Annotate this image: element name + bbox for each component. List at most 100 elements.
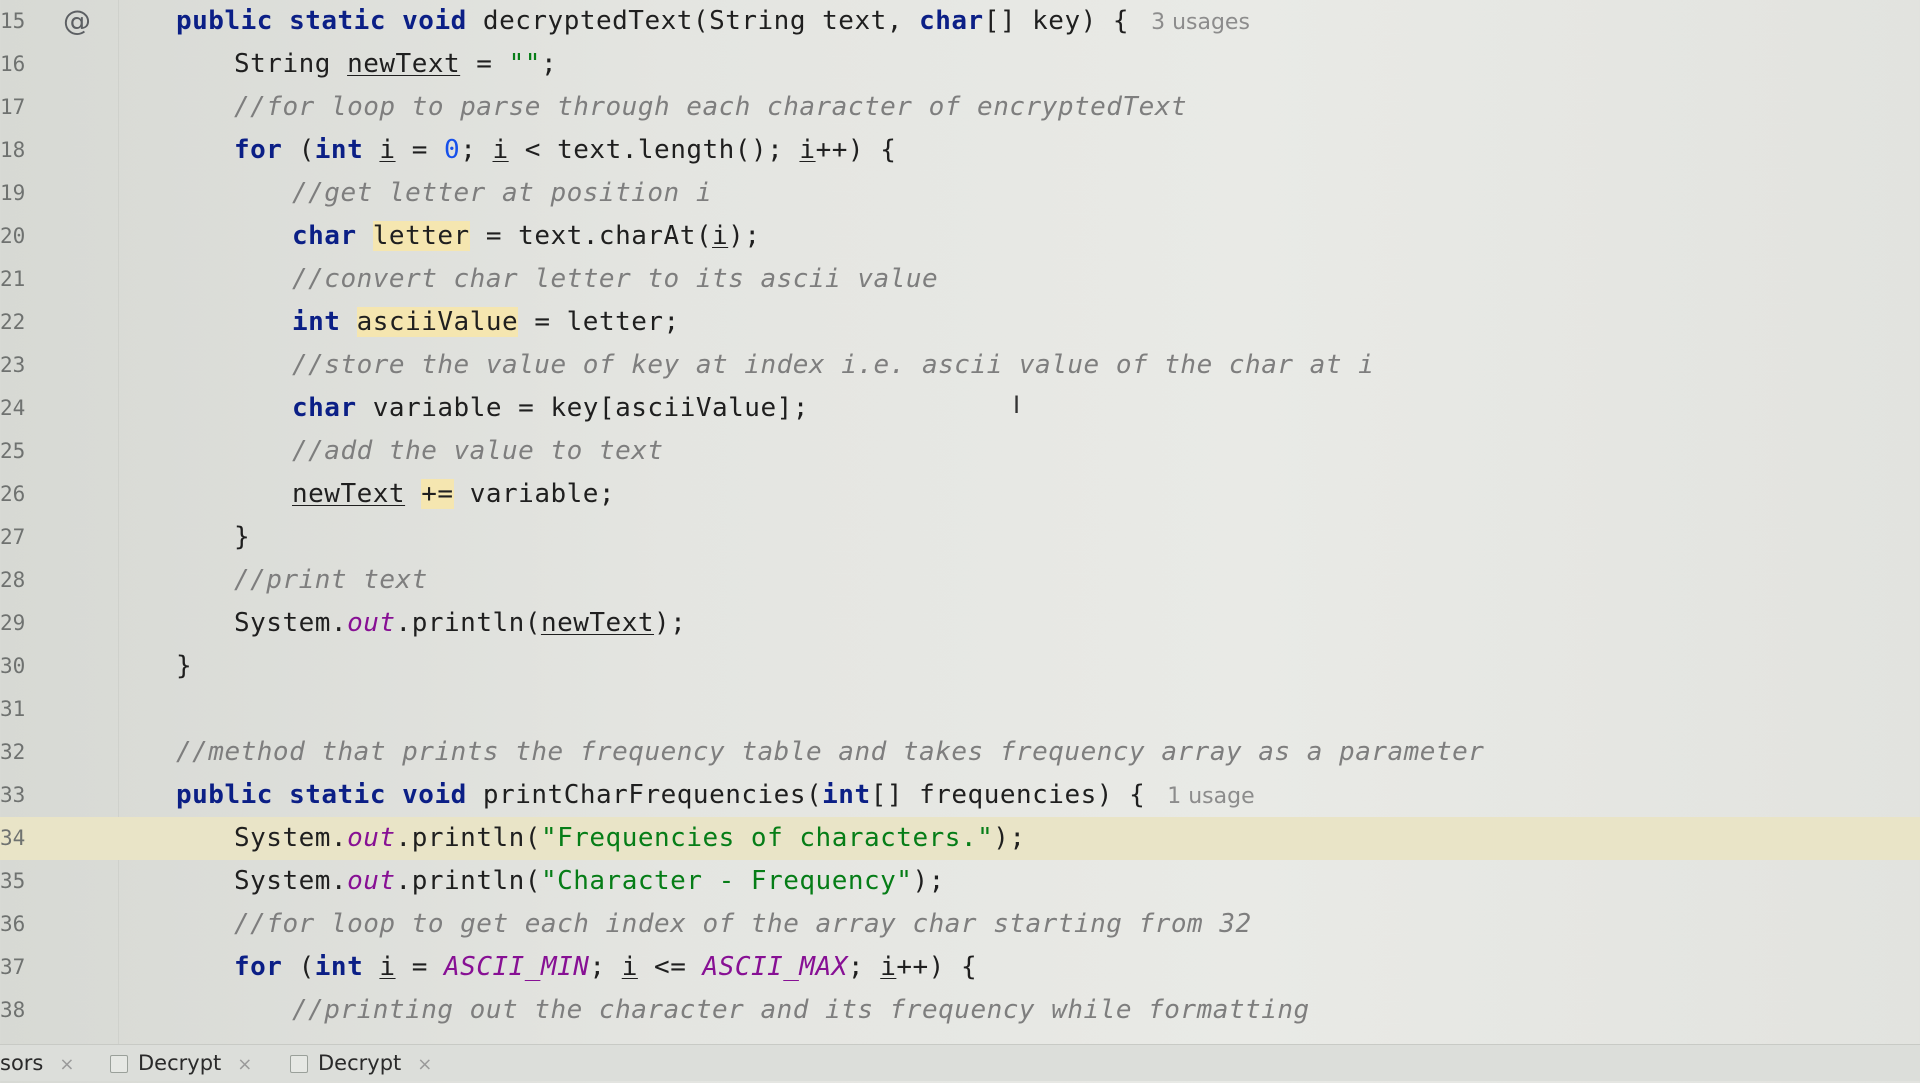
line-number[interactable]: 22: [0, 301, 40, 344]
code-token: //store the value of key at index i.e. a…: [292, 350, 1375, 380]
code-line[interactable]: 25 //add the value to text: [0, 430, 1920, 473]
code-token: =: [395, 135, 445, 165]
code-line[interactable]: 28 //print text: [0, 559, 1920, 602]
code-text[interactable]: }: [234, 516, 250, 559]
code-line[interactable]: 19 //get letter at position i: [0, 172, 1920, 215]
code-token: //add the value to text: [292, 436, 664, 466]
code-text[interactable]: //method that prints the frequency table…: [176, 731, 1484, 774]
code-token: asciiValue: [356, 307, 519, 337]
usages-hint[interactable]: 3 usages: [1151, 10, 1250, 35]
code-text[interactable]: for (int i = 0; i < text.length(); i++) …: [234, 129, 896, 172]
code-token: );: [654, 608, 687, 638]
code-line[interactable]: 36 //for loop to get each index of the ar…: [0, 903, 1920, 946]
code-line[interactable]: 30}: [0, 645, 1920, 688]
code-line[interactable]: 35 System.out.println("Character - Freque…: [0, 860, 1920, 903]
line-number[interactable]: 38: [0, 989, 40, 1032]
code-token: = text.charAt(: [469, 221, 713, 251]
code-line[interactable]: 18 for (int i = 0; i < text.length(); i++…: [0, 129, 1920, 172]
code-text[interactable]: for (int i = ASCII_MIN; i <= ASCII_MAX; …: [234, 946, 977, 989]
code-token: );: [728, 221, 761, 251]
line-number[interactable]: 24: [0, 387, 40, 430]
code-token: out: [347, 608, 396, 638]
code-line[interactable]: 15 public static void decryptedText(Strin…: [0, 0, 1920, 43]
code-editor[interactable]: @ 15 public static void decryptedText(Str…: [0, 0, 1920, 1044]
line-number[interactable]: 18: [0, 129, 40, 172]
code-text[interactable]: String newText = "";: [234, 43, 557, 86]
code-text[interactable]: //store the value of key at index i.e. a…: [292, 344, 1374, 387]
code-line[interactable]: 17 //for loop to parse through each chara…: [0, 86, 1920, 129]
code-token: [] key) {: [983, 6, 1130, 36]
code-line[interactable]: 20 char letter = text.charAt(i);: [0, 215, 1920, 258]
line-number[interactable]: 26: [0, 473, 40, 516]
code-text[interactable]: //print text: [234, 559, 428, 602]
code-text[interactable]: //add the value to text: [292, 430, 664, 473]
code-line[interactable]: 33 public static void printCharFrequencie…: [0, 774, 1920, 817]
code-text[interactable]: System.out.println("Frequencies of chara…: [234, 817, 1026, 860]
editor-tab[interactable]: Decrypt ×: [110, 1045, 252, 1081]
code-line[interactable]: 26 newText += variable;: [0, 473, 1920, 516]
line-number[interactable]: 37: [0, 946, 40, 989]
code-text[interactable]: //get letter at position i: [292, 172, 712, 215]
code-line[interactable]: 34 System.out.println("Frequencies of cha…: [0, 817, 1920, 860]
code-token: }: [176, 651, 193, 681]
line-number[interactable]: 34: [0, 817, 40, 860]
line-number[interactable]: 25: [0, 430, 40, 473]
code-text[interactable]: //for loop to parse through each charact…: [234, 86, 1187, 129]
code-text[interactable]: //printing out the character and its fre…: [292, 989, 1310, 1032]
line-number[interactable]: 16: [0, 43, 40, 86]
code-text[interactable]: public static void printCharFrequencies(…: [176, 774, 1255, 817]
line-number[interactable]: 36: [0, 903, 40, 946]
code-token: printCharFrequencies(: [482, 780, 823, 810]
code-line[interactable]: 31: [0, 688, 1920, 731]
code-line[interactable]: 29 System.out.println(newText);: [0, 602, 1920, 645]
text-cursor-icon: I: [1013, 391, 1021, 419]
code-line[interactable]: 16 String newText = "";: [0, 43, 1920, 86]
code-token: //printing out the character and its fre…: [292, 995, 1310, 1025]
code-token: ;: [540, 49, 558, 79]
code-line[interactable]: 24 char variable = key[asciiValue];: [0, 387, 1920, 430]
code-token: i: [712, 221, 729, 251]
code-line[interactable]: 32 //method that prints the frequency tab…: [0, 731, 1920, 774]
line-number[interactable]: 31: [0, 688, 40, 731]
code-line[interactable]: 37 for (int i = ASCII_MIN; i <= ASCII_MAX…: [0, 946, 1920, 989]
code-text[interactable]: int asciiValue = letter;: [292, 301, 680, 344]
code-line[interactable]: 23 //store the value of key at index i.e.…: [0, 344, 1920, 387]
code-text[interactable]: }: [176, 645, 192, 688]
line-number[interactable]: 21: [0, 258, 40, 301]
code-token: int: [314, 952, 380, 982]
line-number[interactable]: 23: [0, 344, 40, 387]
line-number[interactable]: 29: [0, 602, 40, 645]
code-text[interactable]: newText += variable;: [292, 473, 615, 516]
code-text[interactable]: char variable = key[asciiValue];: [292, 387, 809, 430]
tab-close-icon[interactable]: ×: [237, 1054, 252, 1075]
code-token: }: [234, 522, 251, 552]
code-text[interactable]: char letter = text.charAt(i);: [292, 215, 760, 258]
code-line[interactable]: 22 int asciiValue = letter;: [0, 301, 1920, 344]
editor-tab[interactable]: sors ×: [0, 1045, 74, 1081]
line-number[interactable]: 28: [0, 559, 40, 602]
tab-close-icon[interactable]: ×: [417, 1054, 432, 1075]
code-token: i: [621, 952, 638, 982]
code-token: char: [292, 393, 373, 423]
code-text[interactable]: //for loop to get each index of the arra…: [234, 903, 1252, 946]
code-line[interactable]: 21 //convert char letter to its ascii val…: [0, 258, 1920, 301]
editor-tab[interactable]: Decrypt ×: [290, 1045, 432, 1081]
code-text[interactable]: //convert char letter to its ascii value: [292, 258, 938, 301]
line-number[interactable]: 27: [0, 516, 40, 559]
tab-label: sors: [0, 1051, 44, 1075]
tab-close-icon[interactable]: ×: [59, 1054, 74, 1075]
line-number[interactable]: 15: [0, 0, 40, 43]
code-line[interactable]: 27}: [0, 516, 1920, 559]
line-number[interactable]: 32: [0, 731, 40, 774]
code-text[interactable]: System.out.println(newText);: [234, 602, 686, 645]
line-number[interactable]: 30: [0, 645, 40, 688]
usages-hint[interactable]: 1 usage: [1167, 784, 1254, 809]
code-line[interactable]: 38 //printing out the character and its f…: [0, 989, 1920, 1032]
line-number[interactable]: 19: [0, 172, 40, 215]
line-number[interactable]: 17: [0, 86, 40, 129]
line-number[interactable]: 35: [0, 860, 40, 903]
code-text[interactable]: public static void decryptedText(String …: [176, 0, 1250, 43]
line-number[interactable]: 33: [0, 774, 40, 817]
code-text[interactable]: System.out.println("Character - Frequenc…: [234, 860, 945, 903]
line-number[interactable]: 20: [0, 215, 40, 258]
